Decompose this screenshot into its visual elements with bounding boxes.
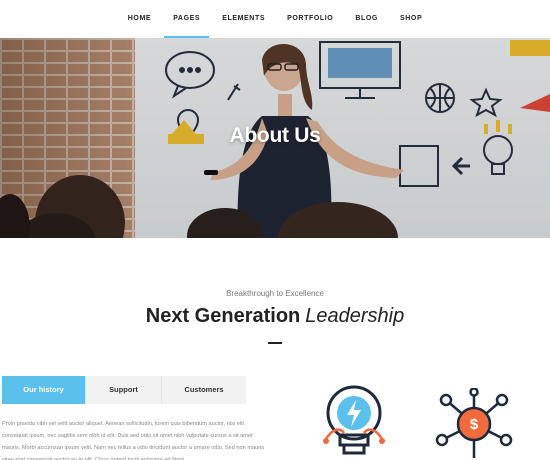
nav-item-shop[interactable]: SHOP: [389, 0, 433, 38]
tab-support[interactable]: Support: [86, 376, 162, 404]
section-headline: Next Generation Leadership: [0, 305, 550, 328]
nav-item-home[interactable]: HOME: [117, 0, 162, 38]
tab-customers[interactable]: Customers: [162, 376, 246, 404]
nav-menu: HOME PAGES ELEMENTS PORTFOLIO BLOG SHOP: [0, 0, 550, 38]
lightbulb-lightning-icon: [323, 385, 385, 455]
top-navigation: HOME PAGES ELEMENTS PORTFOLIO BLOG SHOP: [0, 0, 550, 38]
nav-item-blog[interactable]: BLOG: [344, 0, 389, 38]
nav-item-pages[interactable]: PAGES: [162, 0, 211, 38]
info-tabs: Our history Support Customers: [2, 376, 246, 404]
section-divider: [268, 342, 282, 344]
tab-our-history[interactable]: Our history: [2, 376, 86, 404]
headline-light: Leadership: [305, 305, 405, 327]
nav-item-elements[interactable]: ELEMENTS: [211, 0, 276, 38]
headline-strong: Next Generation: [145, 305, 301, 327]
hero-banner: About Us: [0, 38, 550, 238]
dollar-network-icon: $: [435, 388, 513, 458]
nav-item-portfolio[interactable]: PORTFOLIO: [276, 0, 344, 38]
section-eyebrow: Breakthrough to Excellence: [226, 289, 324, 298]
tab-content-text: Proin gravida nibh vel velit auctor aliq…: [2, 421, 265, 460]
svg-text:$: $: [470, 416, 479, 433]
page-title: About Us: [229, 124, 321, 147]
